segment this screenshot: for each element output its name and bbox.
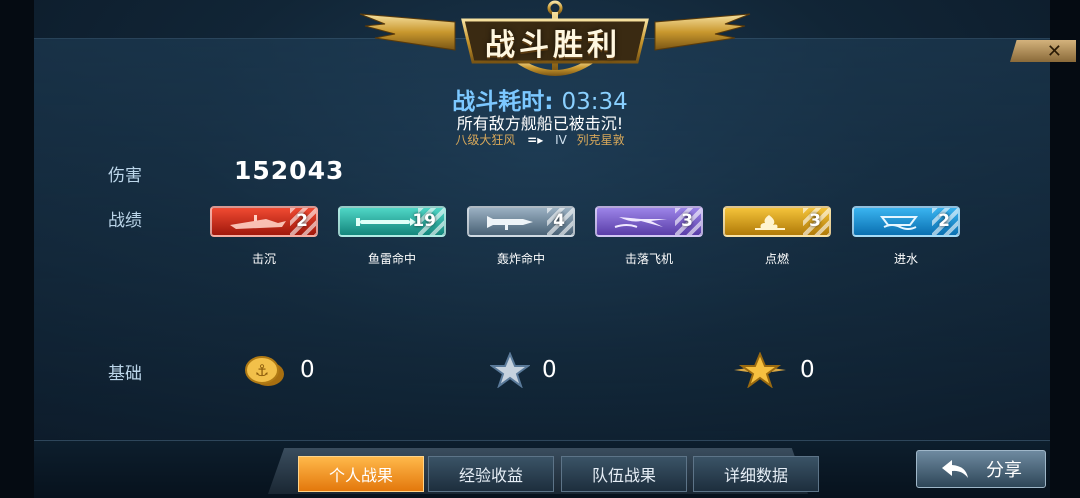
rank-arrow-icon: =▸ <box>527 133 544 147</box>
badge-fire[interactable]: 3 <box>723 206 831 237</box>
close-icon[interactable]: ✕ <box>1047 41 1062 62</box>
badge-sink[interactable]: 2 <box>210 206 318 237</box>
base-gold-star: 0 <box>732 350 815 390</box>
coins-value: 0 <box>300 357 315 383</box>
badge-label-sink: 击沉 <box>251 252 276 266</box>
fire-icon <box>755 215 785 230</box>
share-button[interactable]: 分享 <box>916 450 1046 488</box>
gold-coin-icon: ⚓ <box>245 356 284 386</box>
ship-sink-icon <box>230 215 286 229</box>
tab-personal-results[interactable]: 个人战果 <box>298 456 424 492</box>
badge-planes-shot[interactable]: 3 <box>595 206 703 237</box>
gold-star-value: 0 <box>800 357 815 383</box>
badge-label-flooding: 进水 <box>893 252 918 266</box>
close-button[interactable]: ✕ <box>1010 40 1076 62</box>
silver-star-icon <box>490 352 530 388</box>
rank-from: 八级大狂风 <box>455 133 516 147</box>
badge-count: 2 <box>938 211 950 231</box>
tab-experience[interactable]: 经验收益 <box>428 456 554 492</box>
badge-count: 4 <box>553 211 565 231</box>
tab-detailed-data[interactable]: 详细数据 <box>693 456 819 492</box>
base-coins: ⚓ 0 <box>240 350 315 390</box>
achievements-label: 战绩 <box>108 211 142 231</box>
badge-count: 2 <box>296 211 308 231</box>
torpedo-icon <box>356 218 416 226</box>
badge-label-bomb: 轰炸命中 <box>496 252 545 266</box>
badge-flooding[interactable]: 2 <box>852 206 960 237</box>
rank-to: 列克星敦 <box>576 133 625 147</box>
gold-star-icon <box>734 352 786 388</box>
bomb-icon <box>487 216 533 230</box>
plane-down-icon <box>614 217 667 228</box>
badge-count: 19 <box>412 211 436 231</box>
damage-value: 152043 <box>234 156 345 185</box>
tab-team-results[interactable]: 队伍战果 <box>561 456 687 492</box>
left-edge <box>0 0 34 498</box>
right-edge <box>1050 0 1080 498</box>
badge-label-planes: 击落飞机 <box>624 252 673 266</box>
badge-label-fire: 点燃 <box>764 252 789 266</box>
rank-progress: 八级大狂风 =▸ IV 列克星敦 <box>0 131 1080 148</box>
silver-star-value: 0 <box>542 357 557 383</box>
badge-count: 3 <box>809 211 821 231</box>
badge-count: 3 <box>681 211 693 231</box>
badge-bomb-hit[interactable]: 4 <box>467 206 575 237</box>
victory-title: 战斗胜利 <box>485 28 621 63</box>
badge-torpedo-hit[interactable]: 19 <box>338 206 446 237</box>
base-label: 基础 <box>108 364 142 384</box>
flooding-icon <box>880 216 918 230</box>
share-label[interactable]: 分享 <box>986 456 1022 482</box>
rank-level: IV <box>555 133 567 147</box>
battle-result-screen: 战斗胜利 ✕ 战斗耗时: 03:34 所有敌方舰船已被击沉! 八级大狂风 =▸ … <box>0 0 1080 498</box>
share-arrow-icon <box>942 460 968 478</box>
base-silver-star: 0 <box>490 350 557 390</box>
svg-text:⚓: ⚓ <box>255 361 269 380</box>
damage-label: 伤害 <box>108 166 142 186</box>
badge-label-torpedo: 鱼雷命中 <box>367 252 416 266</box>
